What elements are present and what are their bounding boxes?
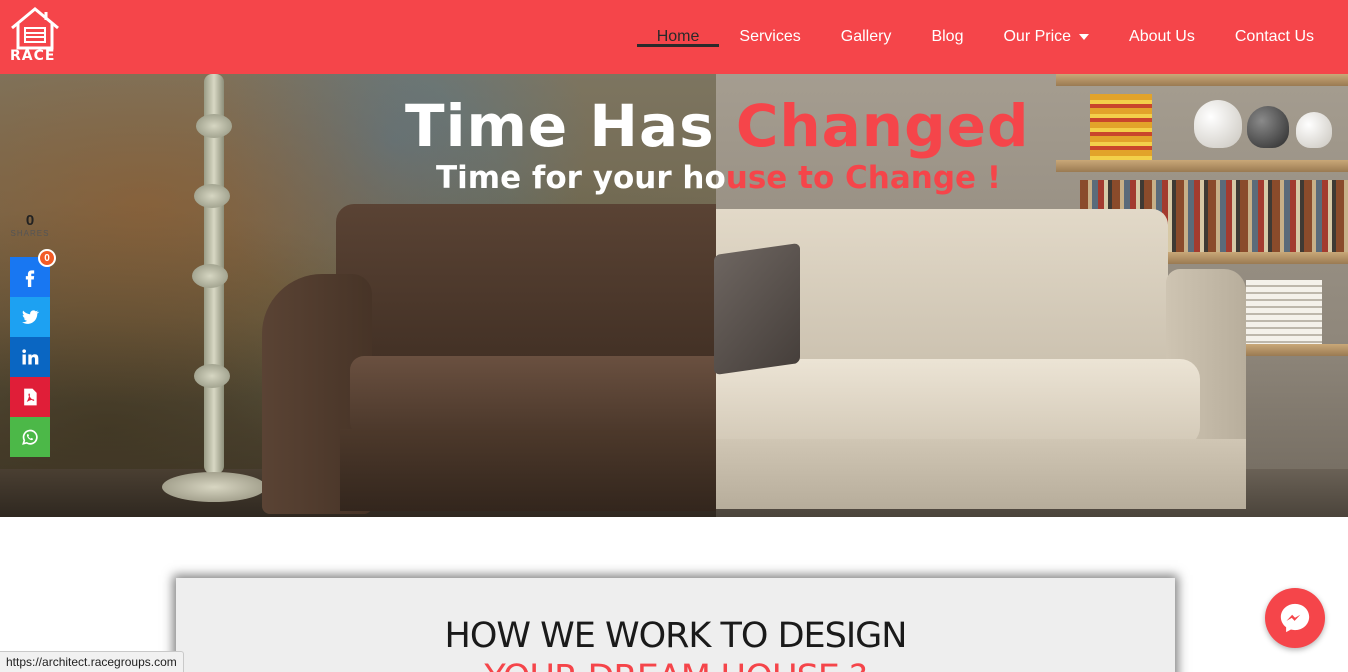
vase: [1296, 112, 1332, 148]
facebook-icon: [25, 270, 35, 287]
nav-our-price-label: Our Price: [1003, 28, 1072, 45]
new-sofa-base: [716, 439, 1246, 509]
nav-our-price[interactable]: Our Price: [983, 0, 1109, 74]
section-subtitle: YOUR DREAM HOUSE ?: [176, 658, 1175, 672]
share-counter: 0 SHARES: [10, 212, 50, 238]
chevron-down-icon: [1079, 34, 1090, 40]
share-badge: 0: [38, 249, 56, 267]
hero-banner: Time Has Changed Time for your house to …: [0, 74, 1348, 517]
share-label: SHARES: [10, 229, 50, 238]
new-sofa-seat: [716, 359, 1200, 447]
nav-home[interactable]: Home: [636, 0, 720, 74]
status-url: https://architect.racegroups.com: [0, 651, 184, 672]
nav-about-us[interactable]: About Us: [1109, 0, 1215, 74]
vase: [1194, 100, 1242, 148]
sofa-pillow: [714, 242, 800, 376]
lamp-knob: [194, 364, 230, 388]
house-logo-icon: [11, 7, 59, 50]
nav-services[interactable]: Services: [719, 0, 820, 74]
nav-blog-label: Blog: [931, 28, 964, 45]
how-we-work-card: HOW WE WORK TO DESIGN YOUR DREAM HOUSE ?: [176, 578, 1175, 672]
book-stack: [1090, 94, 1152, 160]
shelf: [1056, 160, 1348, 172]
book-stack: [1246, 280, 1322, 344]
old-sofa-seat: [350, 356, 716, 436]
vase: [1247, 106, 1289, 148]
pdf-share-button[interactable]: [10, 377, 50, 417]
lamp-knob: [194, 184, 230, 208]
messenger-icon: [1280, 603, 1310, 633]
nav-contact-us[interactable]: Contact Us: [1215, 0, 1334, 74]
hero-title: Time Has Changed: [405, 92, 1029, 160]
section-title: HOW WE WORK TO DESIGN: [444, 616, 908, 656]
nav-contact-us-label: Contact Us: [1234, 28, 1314, 45]
old-sofa-base: [340, 429, 716, 511]
hero-subtitle: Time for your house to Change !: [436, 160, 1001, 196]
nav-blog[interactable]: Blog: [911, 0, 983, 74]
lamp-knob: [192, 264, 228, 288]
hero-title-accent: Changed: [735, 92, 1030, 160]
page: RACE Home Services Gallery Blog Our Pric…: [0, 0, 1348, 672]
twitter-share-button[interactable]: [10, 297, 50, 337]
whatsapp-share-button[interactable]: [10, 417, 50, 457]
nav-gallery[interactable]: Gallery: [821, 0, 912, 74]
messenger-chat-button[interactable]: [1265, 588, 1325, 648]
whatsapp-icon: [22, 429, 38, 445]
linkedin-icon: [22, 349, 39, 365]
hero-subtitle-accent: use to Change !: [725, 160, 1001, 196]
hero-title-white: Time Has: [405, 92, 736, 160]
twitter-icon: [22, 310, 39, 324]
nav-about-us-label: About Us: [1129, 28, 1195, 45]
hero-subtitle-white: Time for your ho: [436, 160, 726, 196]
main-nav: Home Services Gallery Blog Our Price Abo…: [636, 0, 1334, 74]
logo-text: RACE: [10, 48, 56, 64]
pdf-icon: [24, 388, 37, 406]
lamp-knob: [196, 114, 232, 138]
linkedin-share-button[interactable]: [10, 337, 50, 377]
nav-services-label: Services: [739, 28, 801, 45]
nav-home-label: Home: [656, 28, 700, 45]
lamp-base: [162, 472, 266, 502]
site-header: RACE Home Services Gallery Blog Our Pric…: [0, 0, 1348, 74]
nav-gallery-label: Gallery: [840, 28, 892, 45]
shelf: [1056, 74, 1348, 86]
share-count: 0: [25, 212, 35, 229]
